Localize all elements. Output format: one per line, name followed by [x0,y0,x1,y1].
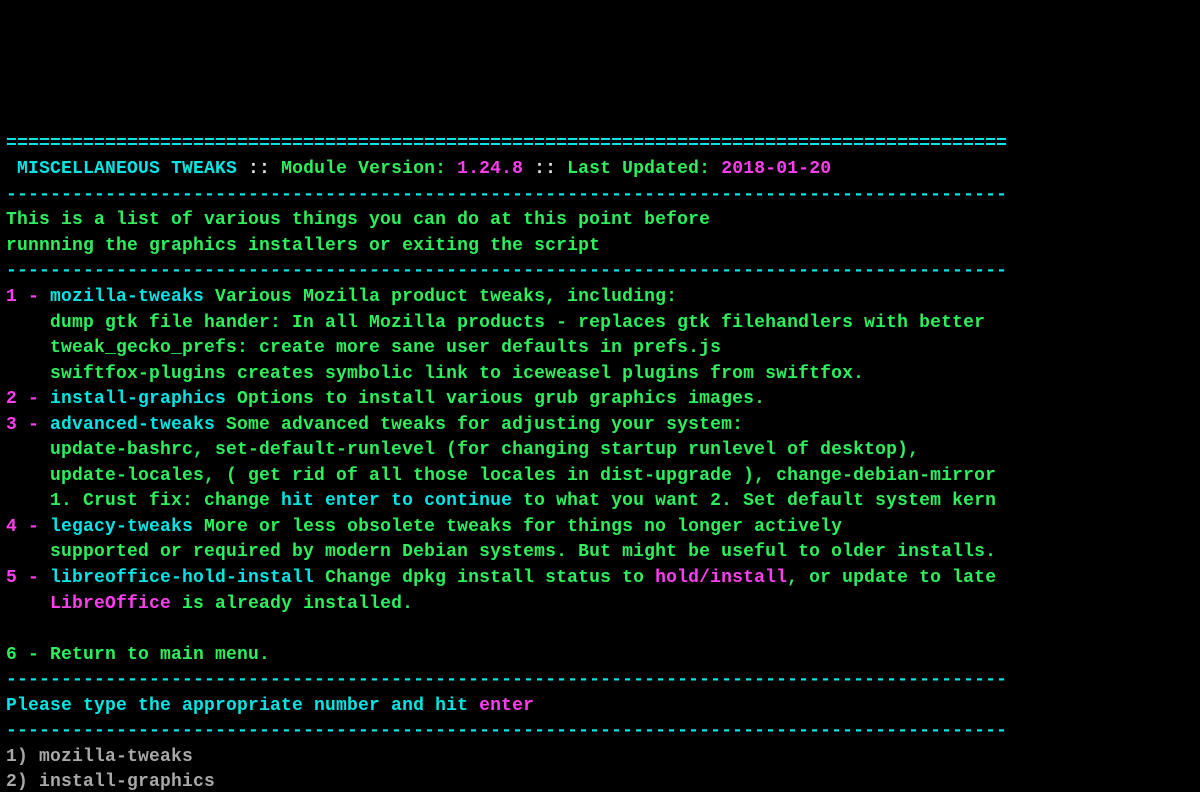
item-name: legacy-tweaks [50,517,193,537]
updated-value: 2018-01-20 [721,159,831,179]
item-detail: update-locales, ( get rid of all those l… [6,466,996,486]
item-num: 2 - [6,389,50,409]
rule: ----------------------------------------… [6,721,1007,741]
terminal-output: ========================================… [6,106,1194,792]
title: MISCELLANEOUS TWEAKS [6,159,237,179]
item-desc: Various Mozilla product tweaks, includin… [204,287,677,307]
item-return: 6 - Return to main menu. [6,645,270,665]
prompt-text: Please type the appropriate number and h… [6,696,479,716]
item-num: 1 - [6,287,50,307]
item-detail: to what you want 2. Set default system k… [512,491,996,511]
item-detail: tweak_gecko_prefs: create more sane user… [6,338,721,358]
rule: ----------------------------------------… [6,261,1007,281]
item-detail: is already installed. [171,594,413,614]
item-detail: supported or required by modern Debian s… [6,542,996,562]
inline-highlight: hold/install [655,568,787,588]
item-detail: 1. Crust fix: change [6,491,281,511]
item-detail: swiftfox-plugins creates symbolic link t… [6,364,864,384]
item-name: libreoffice-hold-install [50,568,314,588]
updated-label: Last Updated: [567,159,710,179]
version-label: Module Version: [281,159,446,179]
rule-top: ========================================… [6,134,1007,154]
item-detail: dump gtk file hander: In all Mozilla pro… [6,313,985,333]
version-value: 1.24.8 [457,159,523,179]
item-num: 3 - [6,415,50,435]
intro-line: runnning the graphics installers or exit… [6,236,600,256]
menu-option-1[interactable]: 1) mozilla-tweaks [6,747,193,767]
sep: :: [523,159,567,179]
menu-option-2[interactable]: 2) install-graphics [6,772,215,792]
item-name: advanced-tweaks [50,415,215,435]
item-desc: Options to install various grub graphics… [226,389,765,409]
rule: ----------------------------------------… [6,185,1007,205]
item-detail [6,594,50,614]
item-num: 4 - [6,517,50,537]
sep: :: [237,159,281,179]
item-desc: Some advanced tweaks for adjusting your … [215,415,743,435]
inline-highlight: hit enter to continue [281,491,512,511]
rule: ----------------------------------------… [6,670,1007,690]
inline-highlight: LibreOffice [50,594,171,614]
item-desc: More or less obsolete tweaks for things … [193,517,842,537]
item-desc: Change dpkg install status to [314,568,655,588]
item-num: 5 - [6,568,50,588]
prompt-enter: enter [479,696,534,716]
item-detail: update-bashrc, set-default-runlevel (for… [6,440,919,460]
item-name: install-graphics [50,389,226,409]
item-name: mozilla-tweaks [50,287,204,307]
item-desc: , or update to late [787,568,996,588]
intro-line: This is a list of various things you can… [6,210,710,230]
